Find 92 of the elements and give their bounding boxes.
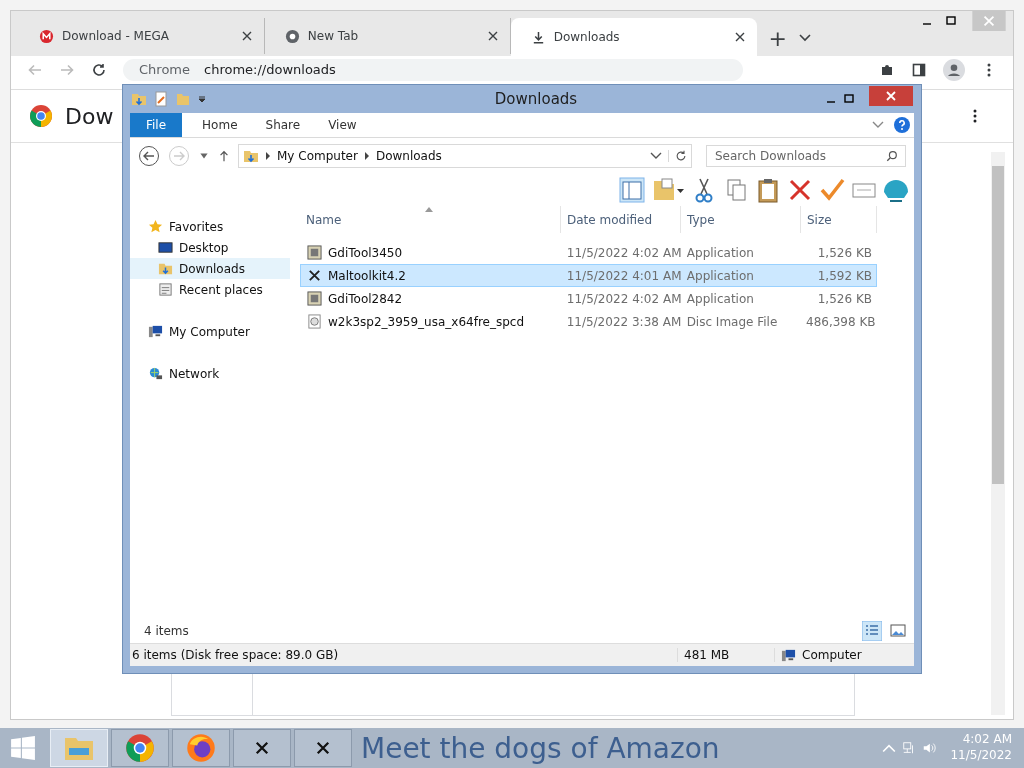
taskbar-button[interactable]	[172, 729, 230, 767]
application-icon	[307, 291, 322, 306]
browser-tab[interactable]: Download - MEGA	[19, 18, 265, 54]
file-size: 1,526 KB	[816, 245, 873, 260]
nav-item[interactable]: My Computer	[130, 321, 290, 342]
close-tab-icon[interactable]	[487, 31, 498, 41]
address-bar[interactable]: Chrome chrome://downloads	[123, 58, 743, 81]
help-icon[interactable]	[894, 117, 910, 133]
tools-icon	[253, 739, 271, 757]
breadcrumb-item[interactable]: My Computer	[277, 149, 358, 163]
new-tab-button[interactable]: +	[756, 20, 799, 56]
wallpaper-text: Meet the dogs of Amazon	[361, 731, 720, 765]
file-size: 1,526 KB	[816, 291, 873, 306]
scrollbar[interactable]	[991, 152, 1005, 715]
dropdown-caret-icon[interactable]	[197, 94, 207, 104]
file-name: GdiTool2842	[328, 291, 403, 306]
sort-arrow-icon	[425, 207, 433, 212]
nav-item[interactable]: Downloads	[130, 258, 290, 279]
computer-icon	[781, 647, 796, 663]
column-header[interactable]: Date modified	[561, 206, 681, 233]
properties-icon[interactable]	[153, 91, 169, 107]
close-icon[interactable]	[869, 86, 913, 106]
profile-icon[interactable]	[943, 58, 965, 81]
firefox-logo-icon	[185, 733, 217, 763]
up-arrow-icon[interactable]	[218, 150, 230, 162]
file-type: Disc Image File	[685, 314, 779, 329]
file-name: Maltoolkit4.2	[328, 268, 406, 283]
refresh-icon[interactable]	[668, 150, 687, 162]
window-title: Downloads	[493, 90, 579, 108]
chrome-logo-icon	[124, 733, 156, 763]
status-location: Computer	[802, 648, 862, 662]
file-type: Application	[685, 291, 755, 306]
date-modified: 11/5/2022 4:02 AM	[565, 291, 681, 306]
folder-icon	[158, 261, 173, 276]
date-modified: 11/5/2022 4:02 AM	[565, 245, 681, 260]
star-icon	[148, 219, 163, 234]
browser-tab[interactable]: New Tab	[264, 18, 511, 54]
nav-item[interactable]: Network	[130, 363, 290, 384]
taskbar-button[interactable]	[294, 729, 352, 767]
folder-icon	[243, 148, 259, 164]
close-tab-icon[interactable]	[241, 31, 252, 41]
file-type: Application	[685, 245, 755, 260]
nav-item[interactable]: Desktop	[130, 237, 290, 258]
tools-icon	[314, 739, 332, 757]
file-name: w2k3sp2_3959_usa_x64fre_spcd	[328, 314, 525, 329]
disc-image-icon	[307, 314, 322, 329]
ribbon-tab[interactable]: Home	[188, 113, 252, 137]
breadcrumb-arrow-icon[interactable]	[363, 152, 370, 160]
nav-item[interactable]: Recent places	[130, 279, 290, 300]
file-size: 486,398 KB	[805, 314, 876, 329]
file-size: 1,592 KB	[816, 268, 873, 283]
status-size: 481 MB	[678, 648, 775, 662]
details-view-icon[interactable]	[862, 621, 882, 641]
address-field[interactable]: My Computer Downloads	[238, 144, 692, 168]
chrome-logo-icon	[29, 104, 53, 128]
date-modified: 11/5/2022 4:01 AM	[565, 268, 681, 283]
file-type: Application	[685, 268, 755, 283]
network-icon	[148, 366, 163, 381]
expand-ribbon-chevron-icon[interactable]	[872, 121, 884, 129]
search-field[interactable]: Search Downloads	[706, 145, 906, 167]
page-title: Dow	[65, 103, 114, 129]
taskbar-button[interactable]	[233, 729, 291, 767]
recent-places-icon	[158, 282, 173, 297]
breadcrumb-arrow-icon[interactable]	[265, 152, 271, 160]
ribbon-tab[interactable]: View	[314, 113, 371, 137]
nav-item[interactable]: Favorites	[130, 216, 290, 237]
maximize-icon[interactable]	[843, 93, 855, 105]
desktop-icon	[158, 240, 173, 255]
close-tab-icon[interactable]	[734, 32, 745, 42]
file-row[interactable]: GdiTool3450 11/5/2022 4:02 AM Application 1,526 KB	[300, 241, 877, 264]
browser-tab[interactable]: Downloads	[510, 18, 757, 56]
search-icon	[886, 150, 898, 162]
mega-logo-icon	[39, 28, 54, 44]
ribbon-tab[interactable]: Share	[251, 113, 315, 137]
item-count: 4 items	[144, 624, 189, 638]
column-header[interactable]: Type	[681, 206, 801, 233]
status-summary: 6 items (Disk free space: 89.0 GB)	[130, 648, 678, 662]
file-row[interactable]: GdiTool2842 11/5/2022 4:02 AM Application 1,526 KB	[300, 287, 877, 310]
reload-icon[interactable]	[91, 61, 107, 78]
application-icon	[307, 245, 322, 260]
computer-icon	[148, 324, 163, 339]
tools-icon	[307, 268, 322, 283]
maximize-icon[interactable]	[945, 15, 957, 27]
tab-search-chevron-icon[interactable]	[799, 34, 811, 42]
column-header[interactable]: Size	[801, 206, 877, 233]
folder-icon[interactable]	[131, 91, 147, 107]
breadcrumb-item[interactable]: Downloads	[375, 149, 442, 163]
date-modified: 11/5/2022 3:38 AM	[565, 314, 681, 329]
side-panel-icon[interactable]	[911, 61, 927, 78]
file-name: GdiTool3450	[328, 245, 403, 260]
file-row[interactable]: w2k3sp2_3959_usa_x64fre_spcd 11/5/2022 3:38 AM Disc Image File 486,398 KB	[300, 310, 877, 333]
file-row[interactable]: Maltoolkit4.2 11/5/2022 4:01 AM Application 1,592 KB	[300, 264, 877, 287]
